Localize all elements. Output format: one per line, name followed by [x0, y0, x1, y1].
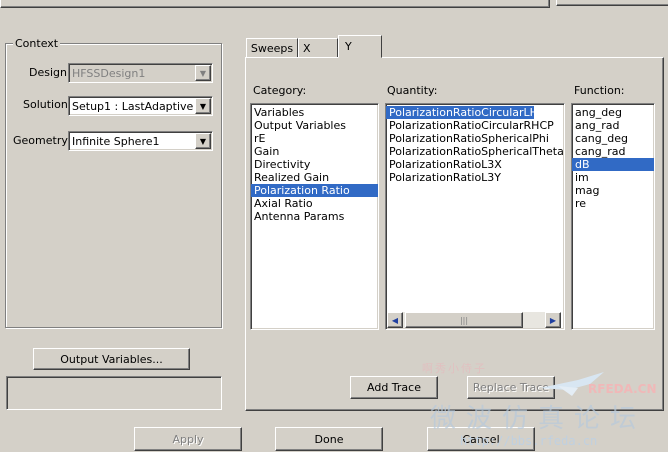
design-dropdown[interactable]: HFSSDesign1 ▼ — [68, 63, 213, 83]
status-box — [6, 376, 222, 410]
list-item[interactable]: PolarizationRatioSphericalTheta — [386, 145, 564, 158]
chevron-down-icon[interactable]: ▼ — [195, 133, 211, 149]
list-item[interactable]: Polarization Ratio — [251, 184, 378, 197]
list-item[interactable]: Variables — [251, 106, 378, 119]
list-item[interactable]: dB — [572, 158, 654, 171]
tab-y[interactable]: Y — [338, 35, 382, 58]
add-trace-button[interactable]: Add Trace — [350, 376, 438, 399]
done-button[interactable]: Done — [275, 427, 383, 451]
solution-value: Setup1 : LastAdaptive — [72, 99, 194, 113]
tab-sweeps[interactable]: Sweeps — [246, 38, 298, 58]
geometry-label: Geometry: — [13, 134, 71, 147]
function-list[interactable]: ang_deg ang_rad cang_deg cang_rad dB im … — [571, 103, 655, 330]
geometry-value: Infinite Sphere1 — [72, 134, 160, 148]
cancel-button[interactable]: Cancel — [427, 427, 535, 451]
top-right-button-strip — [556, 0, 668, 6]
output-variables-button[interactable]: Output Variables... — [33, 348, 190, 370]
list-item[interactable]: ang_rad — [572, 119, 654, 132]
solution-dropdown[interactable]: Setup1 : LastAdaptive ▼ — [68, 96, 213, 116]
chevron-down-icon[interactable]: ▼ — [195, 65, 211, 81]
list-item[interactable]: PolarizationRatioL3Y — [386, 171, 564, 184]
quantity-header: Quantity: — [387, 84, 438, 97]
apply-label: Apply — [172, 432, 204, 446]
category-list[interactable]: Variables Output Variables rE Gain Direc… — [250, 103, 379, 330]
scroll-right-icon[interactable]: ▶ — [545, 312, 561, 328]
chevron-down-icon[interactable]: ▼ — [195, 98, 211, 114]
add-trace-label: Add Trace — [367, 381, 421, 394]
category-header: Category: — [253, 84, 307, 97]
horizontal-scrollbar[interactable]: ◀ ||| ▶ — [387, 312, 561, 328]
list-item[interactable]: mag — [572, 184, 654, 197]
list-item[interactable]: ang_deg — [572, 106, 654, 119]
output-variables-button-label: Output Variables... — [60, 352, 163, 366]
function-header: Function: — [574, 84, 625, 97]
list-item[interactable]: PolarizationRatioSphericalPhi — [386, 132, 564, 145]
list-item[interactable]: Antenna Params — [251, 210, 378, 223]
tab-sweeps-label: Sweeps — [250, 41, 294, 55]
cancel-label: Cancel — [462, 432, 500, 446]
list-item[interactable]: rE — [251, 132, 378, 145]
design-value: HFSSDesign1 — [72, 66, 146, 80]
list-item[interactable]: Gain — [251, 145, 378, 158]
list-item[interactable]: Directivity — [251, 158, 378, 171]
list-item[interactable]: PolarizationRatioCircularRHCP — [386, 119, 564, 132]
list-item[interactable]: cang_rad — [572, 145, 654, 158]
quantity-list[interactable]: PolarizationRatioCircularLHCP Polarizati… — [385, 103, 565, 330]
scroll-left-icon[interactable]: ◀ — [387, 312, 403, 328]
scrollbar-thumb[interactable]: ||| — [405, 312, 523, 328]
tab-y-label: Y — [345, 40, 352, 53]
list-item[interactable]: re — [572, 197, 654, 210]
context-group-label: Context — [13, 37, 61, 50]
tab-x-label: X — [303, 41, 311, 55]
list-item[interactable]: PolarizationRatioCircularLHCP — [386, 106, 552, 119]
list-item[interactable]: cang_deg — [572, 132, 654, 145]
tab-x[interactable]: X — [298, 38, 338, 58]
replace-trace-button[interactable]: Replace Trace — [467, 376, 555, 399]
list-item[interactable]: PolarizationRatioL3X — [386, 158, 564, 171]
list-item[interactable]: Realized Gain — [251, 171, 378, 184]
done-label: Done — [314, 432, 344, 446]
top-panel-strip — [0, 0, 550, 8]
solution-label: Solution: — [23, 98, 72, 111]
list-item[interactable]: Output Variables — [251, 119, 378, 132]
context-group — [5, 43, 222, 328]
list-item[interactable]: Axial Ratio — [251, 197, 378, 210]
replace-trace-label: Replace Trace — [472, 381, 550, 394]
list-item[interactable]: im — [572, 171, 654, 184]
geometry-dropdown[interactable]: Infinite Sphere1 ▼ — [68, 131, 213, 151]
design-label: Design: — [29, 66, 71, 79]
apply-button[interactable]: Apply — [134, 427, 242, 451]
